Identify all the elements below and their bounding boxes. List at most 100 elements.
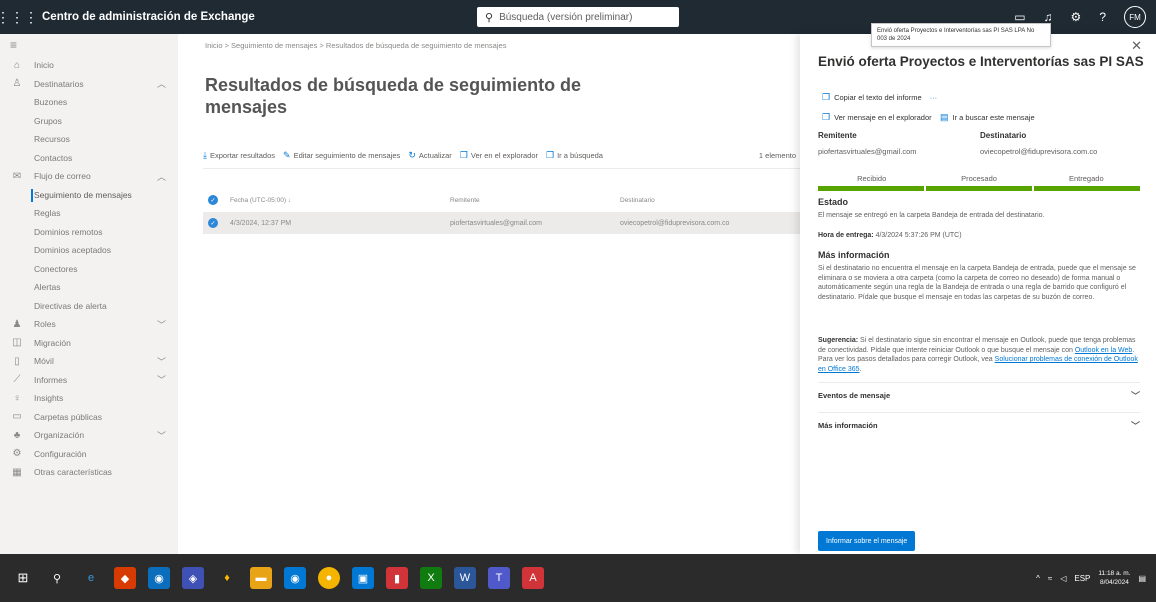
column-sender[interactable]: Remitente xyxy=(450,197,620,204)
more-info-accordion[interactable]: Más información ﹀ xyxy=(818,412,1140,438)
search-icon: ⚲ xyxy=(485,11,494,24)
sidebar-item-label: Otras características xyxy=(34,467,112,478)
pdf-icon[interactable]: A xyxy=(522,567,544,589)
outlook-icon[interactable]: ◉ xyxy=(284,567,306,589)
breadcrumb[interactable]: Inicio > Seguimiento de mensajes > Resul… xyxy=(205,41,506,50)
app-icon[interactable]: ◉ xyxy=(148,567,170,589)
gear-icon[interactable]: ⚙ xyxy=(1071,10,1082,24)
sidebar-item-label: Organización xyxy=(34,430,85,441)
sidebar-item-conectores[interactable]: Conectores xyxy=(0,260,178,279)
app-icon[interactable]: ♦ xyxy=(216,567,238,589)
view-explorer-button[interactable]: ❐ Ver en el explorador xyxy=(460,150,538,161)
find-message-link[interactable]: ▤ Ir a buscar este mensaje xyxy=(940,112,1035,123)
go-to-search-button[interactable]: ❐ Ir a búsqueda xyxy=(546,150,603,161)
avatar[interactable]: FM xyxy=(1124,6,1146,28)
view-in-explorer-link[interactable]: ❐ Ver mensaje en el explorador xyxy=(822,112,932,123)
app-title[interactable]: Centro de administración de Exchange xyxy=(42,11,255,23)
sidebar-item-dominios-remotos[interactable]: Dominios remotos xyxy=(0,223,178,242)
sidebar-item-móvil[interactable]: ▯ Móvil ﹀ xyxy=(0,352,178,371)
delivery-value: 4/3/2024 5:37:26 PM (UTC) xyxy=(875,232,962,239)
excel-icon[interactable]: X xyxy=(420,567,442,589)
sidebar-item-informes[interactable]: ⟋ Informes ﹀ xyxy=(0,371,178,390)
shield-icon[interactable]: ◈ xyxy=(182,567,204,589)
sidebar-item-roles[interactable]: ♟ Roles ﹀ xyxy=(0,315,178,334)
status-heading: Estado xyxy=(818,197,849,207)
sidebar-item-seguimiento-de-mensajes[interactable]: Seguimiento de mensajes xyxy=(0,186,178,205)
sidebar-item-organización[interactable]: ♣ Organización ﹀ xyxy=(0,426,178,445)
folder-icon[interactable]: ▬ xyxy=(250,567,272,589)
sidebar-item-insights[interactable]: ♀ Insights xyxy=(0,389,178,408)
explorer-icon: ❐ xyxy=(459,150,468,160)
copy-report-link[interactable]: ❐ Copiar el texto del informe ··· xyxy=(822,92,937,103)
chrome-icon[interactable]: ● xyxy=(318,567,340,589)
hamburger-icon[interactable]: ≡ xyxy=(0,34,178,56)
recipient-label: Destinatario xyxy=(980,131,1027,140)
bell-icon[interactable]: ♫ xyxy=(1044,10,1053,24)
more-info-text: Si el destinatario no encuentra el mensa… xyxy=(818,265,1136,301)
search-input[interactable]: ⚲ Búsqueda (versión preliminar) xyxy=(477,7,679,27)
toolbar: ⤓ Exportar resultados ✎ Editar seguimiento… xyxy=(203,150,800,161)
search-icon[interactable]: ⚲ xyxy=(46,567,68,589)
sidebar-item-contactos[interactable]: Contactos xyxy=(0,149,178,168)
app-launcher-icon[interactable]: ⋮⋮⋮ xyxy=(0,0,38,34)
screen-icon[interactable]: ▭ xyxy=(1014,10,1025,24)
sidebar-item-buzones[interactable]: Buzones xyxy=(0,93,178,112)
edit-trace-button[interactable]: ✎ Editar seguimiento de mensajes xyxy=(283,150,400,161)
outlook-web-link[interactable]: Outlook en la Web xyxy=(1075,347,1132,354)
close-icon[interactable]: ✕ xyxy=(1131,38,1142,54)
chevron-down-icon: ﹀ xyxy=(156,356,166,367)
message-events-accordion[interactable]: Eventos de mensaje ﹀ xyxy=(818,382,1140,408)
status-text: El mensaje se entregó en la carpeta Band… xyxy=(818,212,1045,219)
sidebar-item-inicio[interactable]: ⌂ Inicio xyxy=(0,56,178,75)
edit-icon: ✎ xyxy=(283,150,291,160)
column-recipient[interactable]: Destinatario xyxy=(620,197,800,204)
sidebar-item-reglas[interactable]: Reglas xyxy=(0,204,178,223)
page-title: Resultados de búsqueda de seguimiento de… xyxy=(205,75,582,117)
teams-icon[interactable]: T xyxy=(488,567,510,589)
network-icon[interactable]: ≈ xyxy=(1048,574,1052,583)
app-icon[interactable]: ▮ xyxy=(386,567,408,589)
sidebar-item-dominios-aceptados[interactable]: Dominios aceptados xyxy=(0,241,178,260)
notifications-icon[interactable]: ▤ xyxy=(1138,574,1146,583)
sidebar-item-carpetas-públicas[interactable]: ▭ Carpetas públicas xyxy=(0,408,178,427)
sidebar-item-migración[interactable]: ◫ Migración xyxy=(0,334,178,353)
table-row[interactable]: ✓ 4/3/2024, 12:37 PM piofertasvirtuales@… xyxy=(203,212,800,234)
sidebar-item-grupos[interactable]: Grupos xyxy=(0,112,178,131)
column-date[interactable]: Fecha (UTC-05:00) ↓ xyxy=(230,197,450,204)
folder-icon: ▭ xyxy=(12,411,22,423)
sidebar-item-destinatarios[interactable]: ♙ Destinatarios ︿ xyxy=(0,75,178,94)
select-all-checkbox[interactable]: ✓ xyxy=(208,195,218,205)
row-date: 4/3/2024, 12:37 PM xyxy=(230,219,292,227)
sidebar-item-otras-características[interactable]: ▦ Otras características xyxy=(0,463,178,482)
table-header: ✓ Fecha (UTC-05:00) ↓ Remitente Destinat… xyxy=(203,192,800,208)
sidebar-item-alertas[interactable]: Alertas xyxy=(0,278,178,297)
app-icon[interactable]: ▣ xyxy=(352,567,374,589)
refresh-icon: ↻ xyxy=(408,150,416,160)
windows-start-icon[interactable]: ⊞ xyxy=(12,567,34,589)
lang-indicator[interactable]: ESP xyxy=(1074,574,1090,583)
chevron-down-icon: ﹀ xyxy=(1130,391,1140,401)
report-message-button[interactable]: Informar sobre el mensaje xyxy=(818,531,916,551)
help-icon[interactable]: ? xyxy=(1099,10,1106,24)
sidebar-item-flujo-de-correo[interactable]: ✉ Flujo de correo ︿ xyxy=(0,167,178,186)
sidebar-item-label: Buzones xyxy=(34,97,68,108)
edge-icon[interactable]: e xyxy=(80,567,102,589)
clock[interactable]: 11:18 a. m. 8/04/2024 xyxy=(1098,569,1130,587)
clock-time: 11:18 a. m. xyxy=(1098,570,1131,577)
progress-segment xyxy=(1034,186,1140,191)
app-icon[interactable]: ◆ xyxy=(114,567,136,589)
sidebar-item-label: Configuración xyxy=(34,448,87,459)
sidebar-item-label: Seguimiento de mensajes xyxy=(34,189,132,200)
find-icon: ▤ xyxy=(940,112,949,122)
export-results-button[interactable]: ⤓ Exportar resultados xyxy=(203,150,275,161)
chevron-up-icon[interactable]: ^ xyxy=(1036,574,1040,583)
sidebar-item-recursos[interactable]: Recursos xyxy=(0,130,178,149)
row-checkbox[interactable]: ✓ xyxy=(208,218,218,228)
sidebar-item-configuración[interactable]: ⚙ Configuración xyxy=(0,445,178,464)
refresh-button[interactable]: ↻ Actualizar xyxy=(408,150,451,161)
more-options-icon[interactable]: ··· xyxy=(930,93,938,102)
volume-icon[interactable]: ◁ xyxy=(1060,574,1066,583)
sidebar-item-directivas-de-alerta[interactable]: Directivas de alerta xyxy=(0,297,178,316)
chevron-down-icon: ﹀ xyxy=(156,319,166,330)
word-icon[interactable]: W xyxy=(454,567,476,589)
